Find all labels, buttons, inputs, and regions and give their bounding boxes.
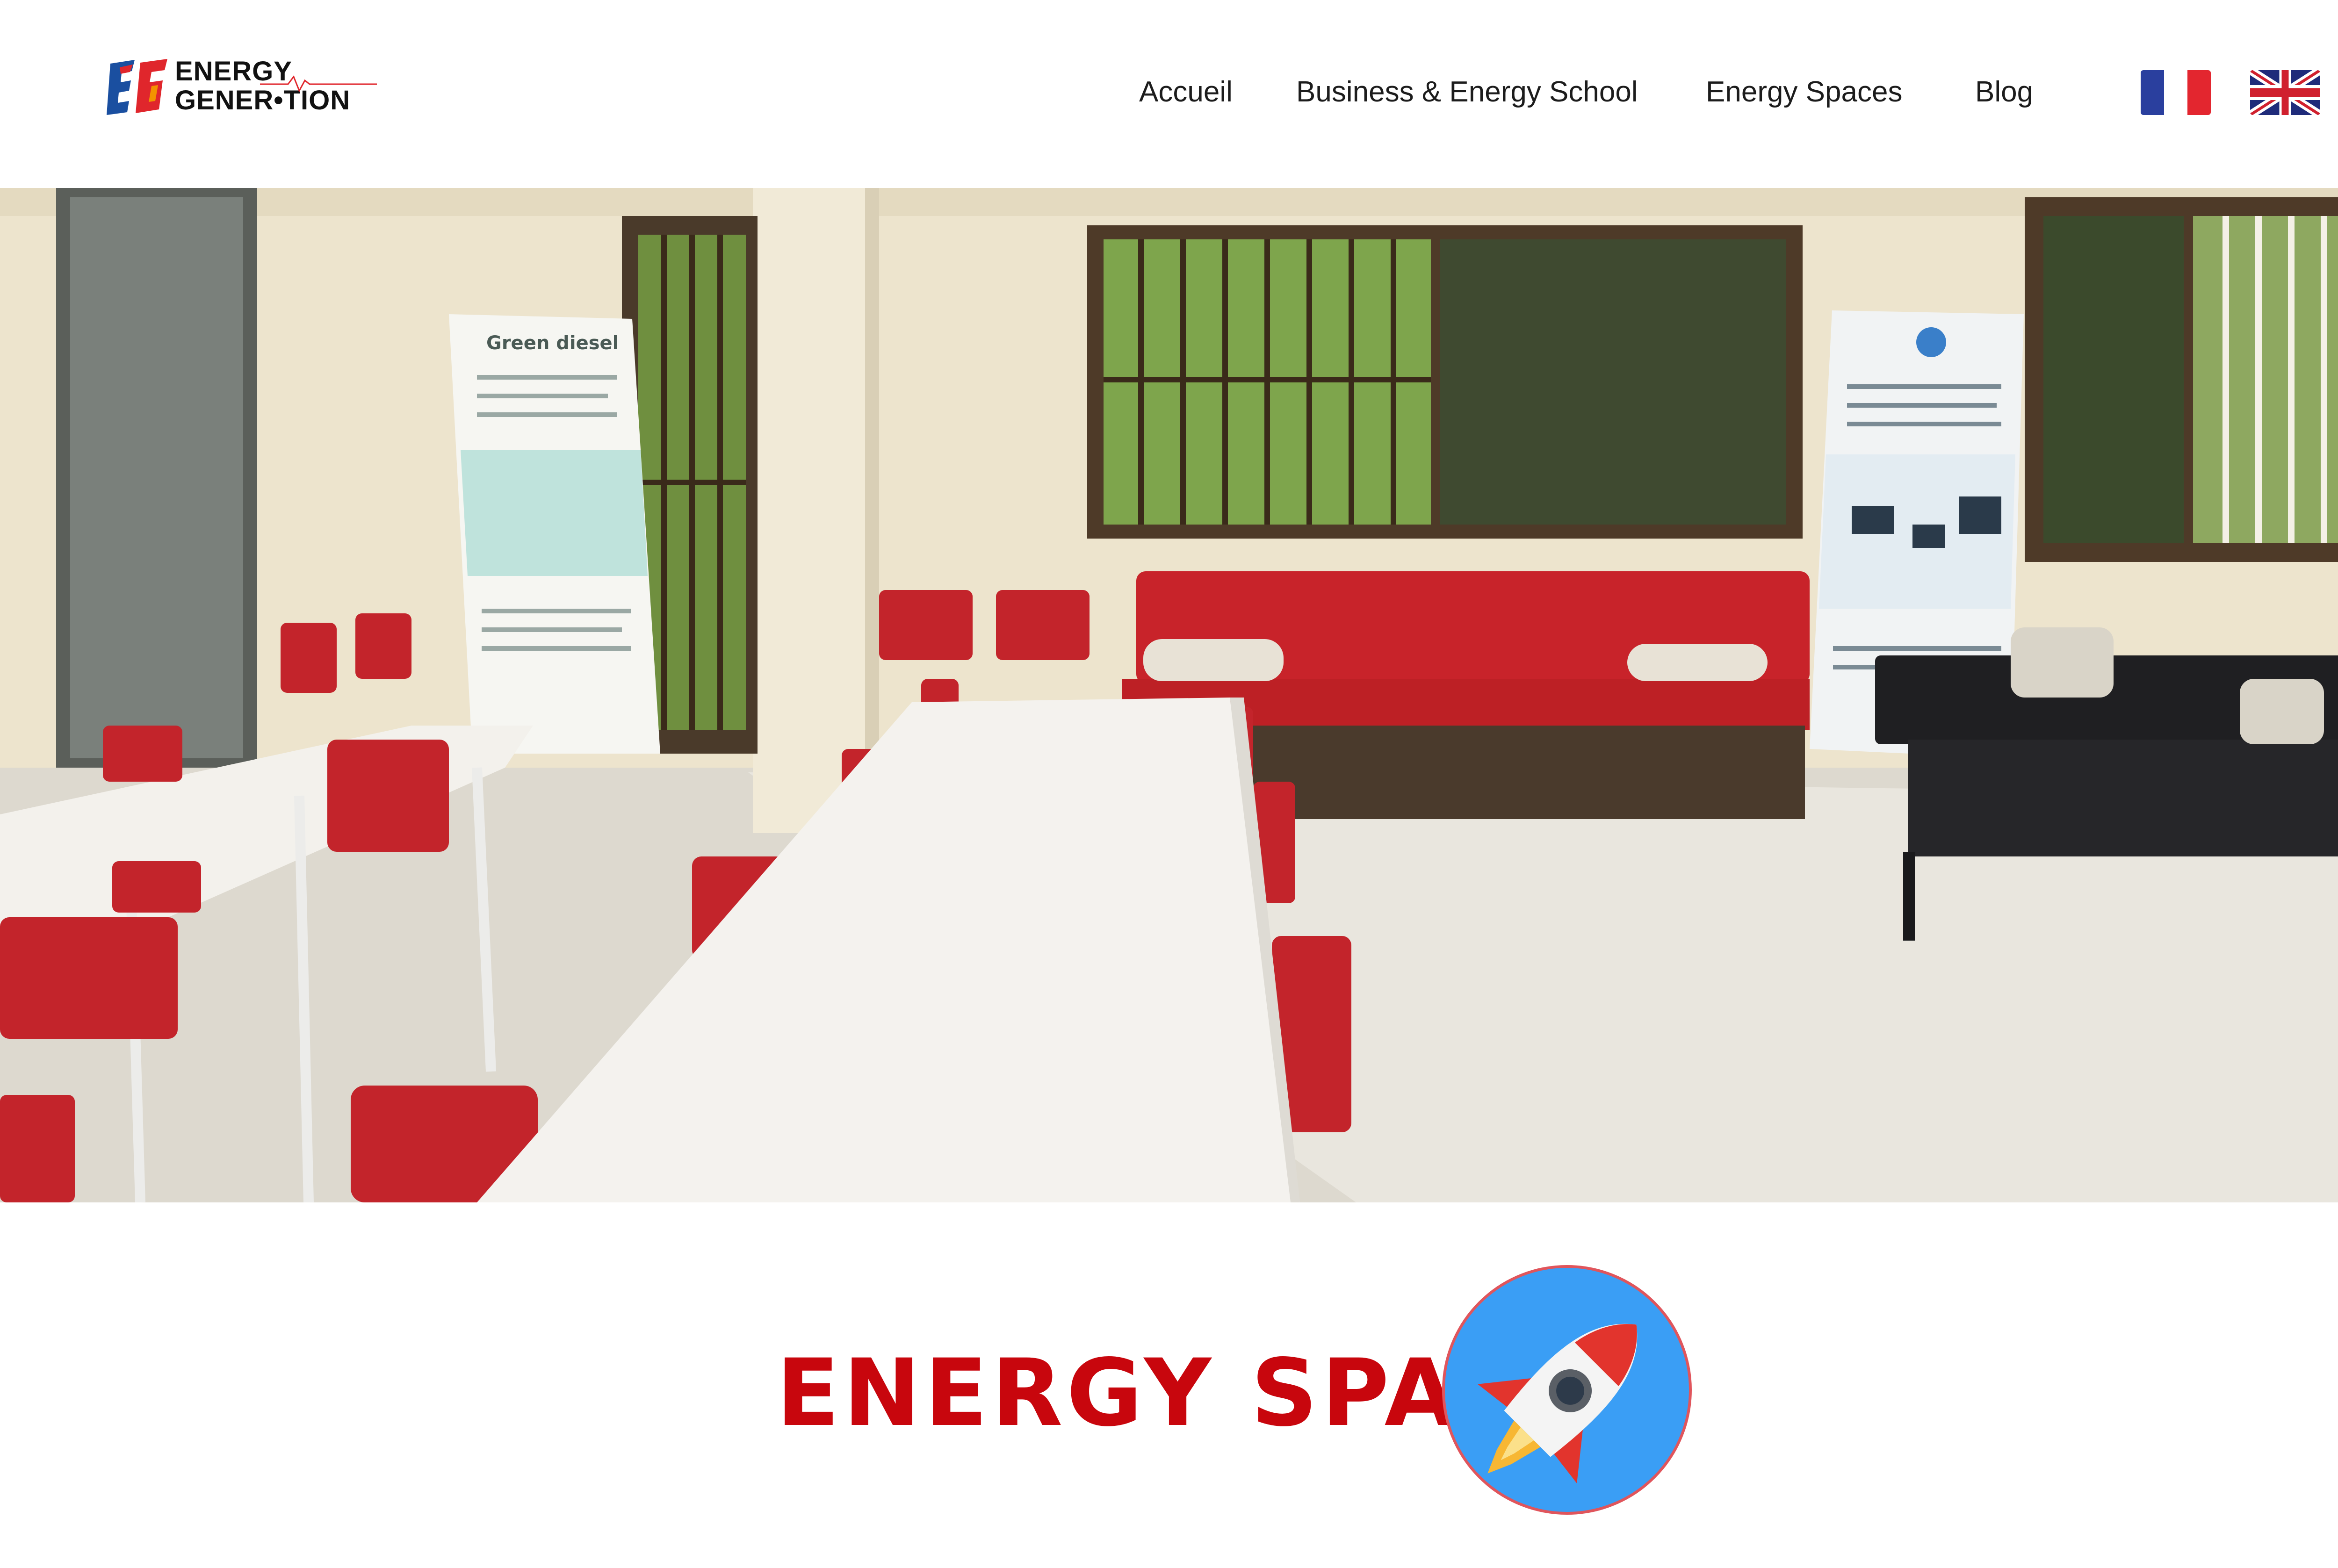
rocket-icon	[1442, 1265, 1692, 1515]
energy-generation-logo[interactable]: ENERGY GENER•TION	[106, 55, 382, 121]
flag-uk-icon[interactable]	[2250, 70, 2320, 115]
nav-link-energy-spaces[interactable]: Energy Spaces	[1706, 71, 1902, 113]
flag-fr-icon[interactable]	[2141, 70, 2211, 115]
nav-link-business-energy-school[interactable]: Business & Energy School	[1296, 71, 1638, 113]
coworking-room-illustration: Green diesel	[0, 188, 2338, 1202]
banner-left-title: Green diesel	[486, 332, 619, 354]
nav-link-accueil[interactable]: Accueil	[1139, 71, 1233, 113]
rocket-badge	[1440, 1263, 1694, 1517]
nav-link-blog[interactable]: Blog	[1975, 71, 2033, 113]
heartbeat-line-icon	[260, 75, 377, 93]
hero-photo: Green diesel	[0, 188, 2338, 1202]
eg-logo-mark-icon	[107, 59, 167, 115]
site-header: ENERGY GENER•TION Accueil Business & Ene…	[0, 0, 2338, 188]
